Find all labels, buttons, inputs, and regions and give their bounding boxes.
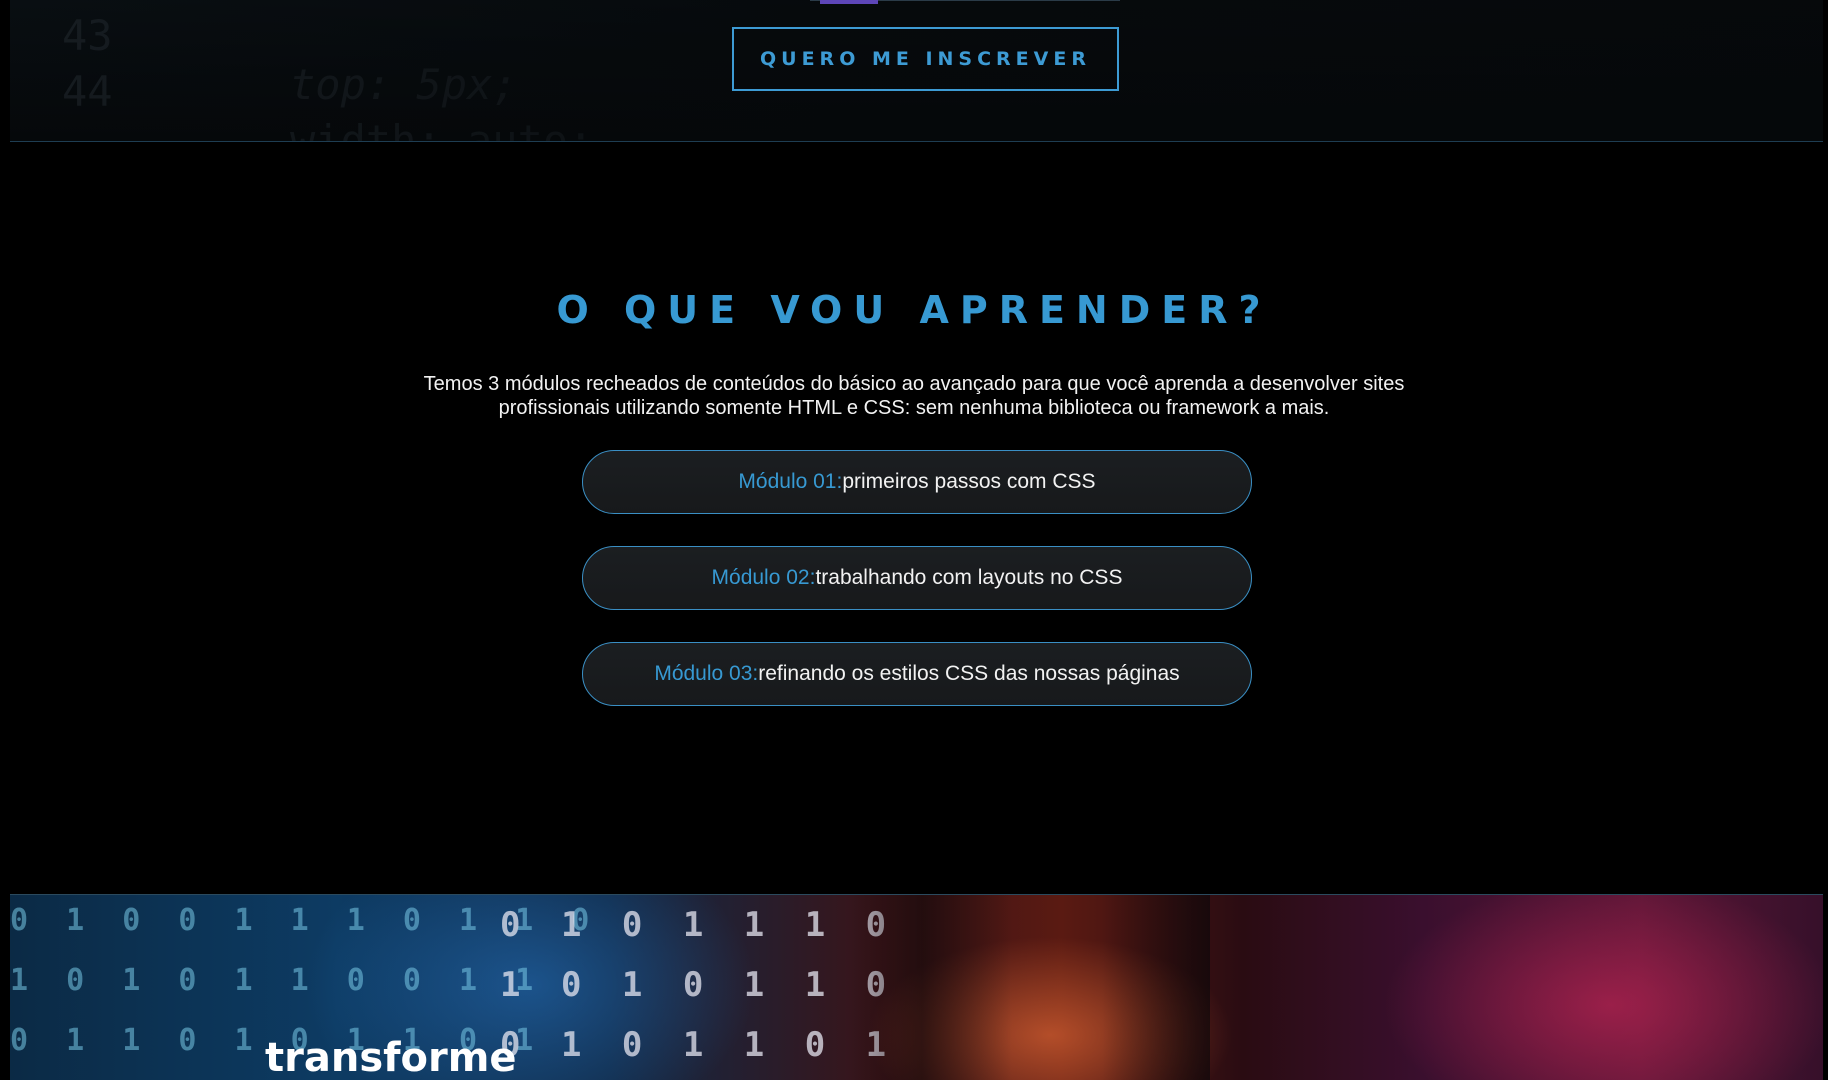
banner-section: 0 1 0 0 1 1 1 0 1 1 0 1 0 1 0 1 1 0 0 1 … [10,894,1823,1080]
module-label: Módulo 01: [738,470,843,493]
subscribe-button[interactable]: QUERO ME INSCREVER [732,27,1119,91]
binary-decoration: 1 0 1 0 1 1 0 [500,965,897,1005]
binary-decoration: 0 1 0 1 1 0 1 [500,1025,897,1065]
module-text: trabalhando com layouts no CSS [815,566,1123,589]
page: 43 top: 5px; 44 width: auto; QUERO ME IN… [0,0,1828,1080]
module-text: refinando os estilos CSS das nossas pági… [758,662,1180,685]
code-text: width: auto; [290,116,594,142]
module-01-card[interactable]: Módulo 01: primeiros passos com CSS [582,450,1252,514]
banner-overlay [850,895,1210,1080]
code-line: 43 top: 5px; [10,0,518,141]
module-03-card[interactable]: Módulo 03: refinando os estilos CSS das n… [582,642,1252,706]
binary-decoration: 1 0 1 0 1 1 0 0 1 1 [10,963,544,998]
code-text: top: 5px; [290,60,518,109]
hero-section: 43 top: 5px; 44 width: auto; QUERO ME IN… [10,0,1823,142]
section-title: O QUE VOU APRENDER? [556,288,1272,332]
learn-section: O QUE VOU APRENDER? Temos 3 módulos rech… [0,142,1828,894]
line-number: 43 [62,11,113,60]
code-line: 44 width: auto; [10,18,593,141]
banner-title: transforme [265,1035,517,1080]
module-text: primeiros passos com CSS [842,470,1096,493]
accent-bar [820,0,878,4]
module-label: Módulo 02: [711,566,816,589]
line-number: 44 [62,67,113,116]
binary-decoration: 0 1 0 1 1 1 0 [500,905,897,945]
module-02-card[interactable]: Módulo 02: trabalhando com layouts no CSS [582,546,1252,610]
section-description: Temos 3 módulos recheados de conteúdos d… [423,373,1405,419]
module-label: Módulo 03: [654,662,759,685]
